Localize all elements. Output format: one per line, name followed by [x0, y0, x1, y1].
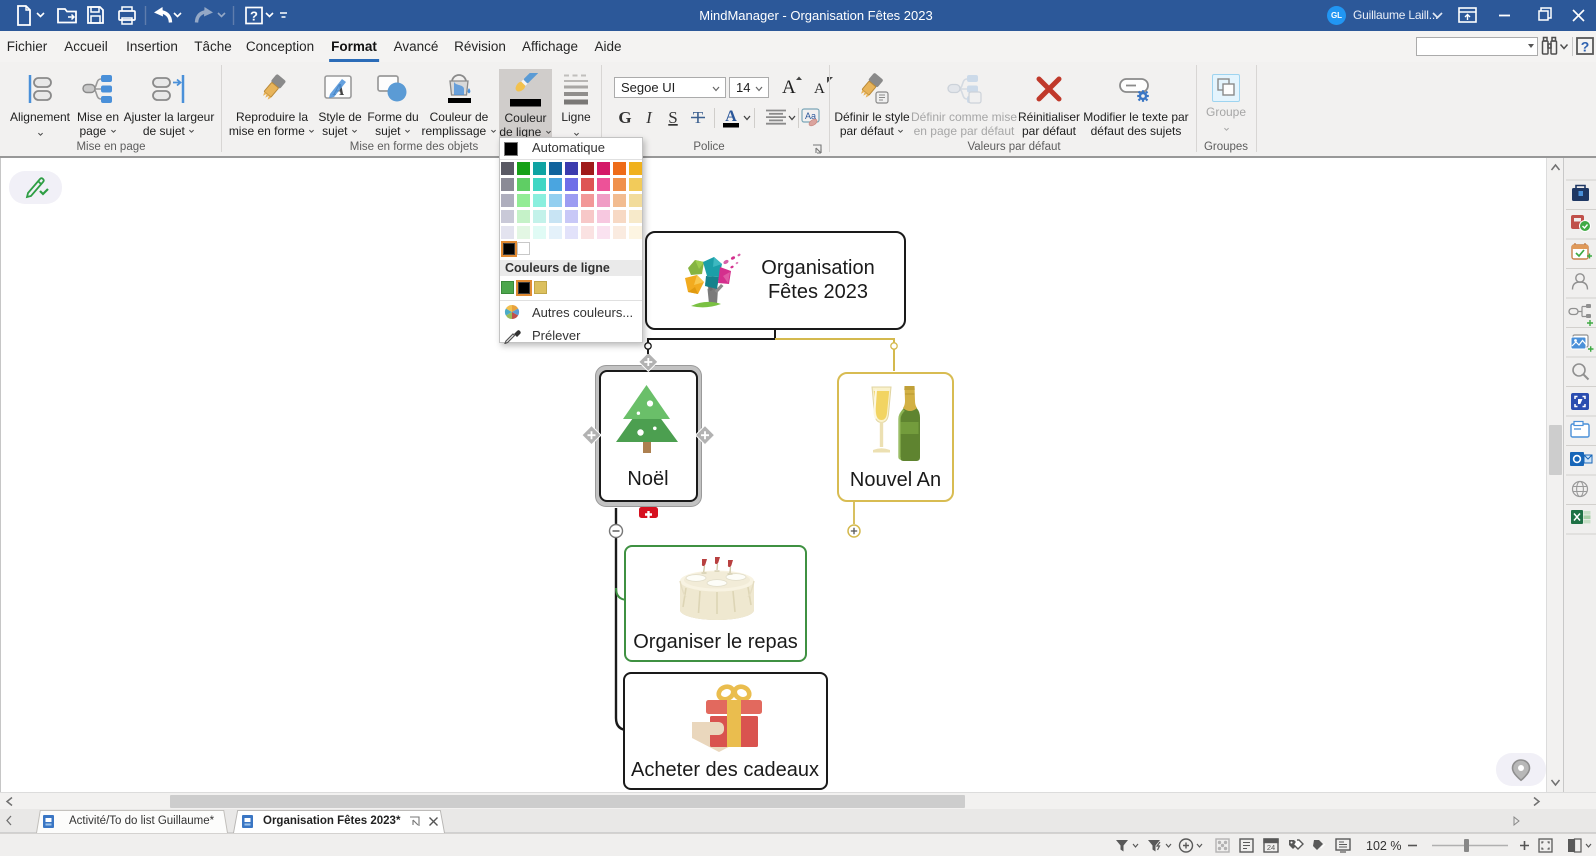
svg-text:102 %: 102 % — [1366, 839, 1401, 853]
svg-text:G: G — [618, 108, 631, 127]
svg-text:A: A — [725, 108, 737, 125]
svg-text:I: I — [645, 108, 653, 127]
svg-text:24: 24 — [1267, 843, 1275, 852]
svg-text:A: A — [814, 81, 825, 97]
svg-text:A: A — [782, 77, 796, 98]
svg-text:?: ? — [1581, 39, 1590, 55]
svg-text:S: S — [668, 108, 677, 127]
